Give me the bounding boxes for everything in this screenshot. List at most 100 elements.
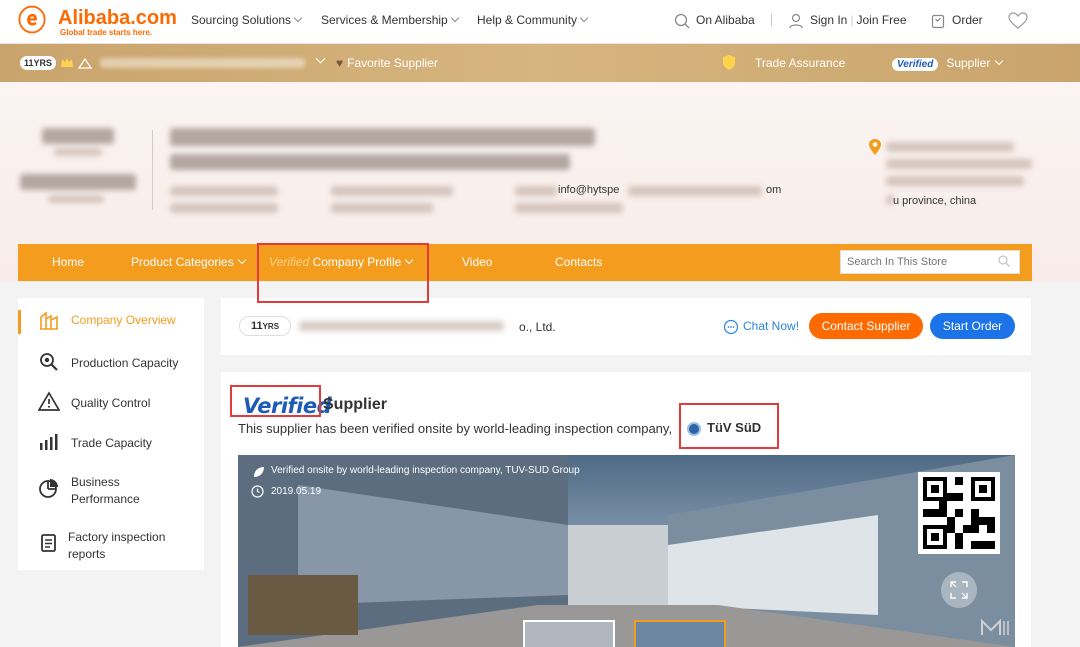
sign-in-link[interactable]: Sign In [810, 13, 847, 27]
order-link[interactable]: Order [930, 13, 983, 29]
favorite-supplier-button[interactable]: ♥ Favorite Supplier [336, 56, 438, 70]
qr-code [918, 472, 1000, 554]
address-redacted [886, 142, 1014, 152]
verified-supplier-menu[interactable]: Verified Supplier [892, 56, 1004, 71]
trade-assurance-shield-icon [723, 55, 735, 70]
profile-sidebar: Company Overview Production Capacity Qua… [18, 298, 204, 570]
factory-icon [40, 311, 58, 330]
verification-description: This supplier has been verified onsite b… [238, 421, 673, 436]
company-name-redacted [100, 58, 305, 68]
chevron-down-icon[interactable] [315, 53, 326, 64]
company-summary-card: 11YRS o., Ltd. Chat Now! Contact Supplie… [221, 298, 1031, 355]
photo-thumbnail[interactable] [523, 620, 615, 647]
email-tail: om [766, 184, 782, 196]
nav-sourcing-solutions[interactable]: Sourcing Solutions [191, 13, 303, 27]
callout-tuv-sud [679, 403, 779, 449]
join-free-link[interactable]: Join Free [856, 13, 906, 27]
tab-video[interactable]: Video [462, 255, 492, 269]
photo-caption: Verified onsite by world-leading inspect… [271, 465, 580, 476]
sidebar-item-quality-control[interactable]: Quality Control [18, 391, 204, 415]
clock-icon [251, 485, 264, 498]
qr-code-icon [923, 477, 995, 549]
chat-now-link[interactable]: Chat Now! [723, 319, 799, 335]
heart-icon[interactable] [1008, 12, 1028, 30]
start-order-button[interactable]: Start Order [930, 313, 1015, 339]
email-redacted [515, 203, 623, 213]
sidebar-item-business-performance[interactable]: Business Performance [18, 470, 204, 506]
email-redacted [515, 186, 557, 196]
verification-card: Verified Supplier This supplier has been… [221, 372, 1031, 647]
sidebar-item-company-overview[interactable]: Company Overview [18, 310, 204, 338]
sidebar-item-trade-capacity[interactable]: Trade Capacity [18, 431, 204, 455]
callout-verified-logo [230, 385, 321, 417]
store-nav: Home Product Categories Verified Company… [18, 244, 1032, 281]
sidebar-item-production-capacity[interactable]: Production Capacity [18, 351, 204, 375]
warning-triangle-icon [38, 391, 60, 411]
alibaba-logo-mark-icon: ⓔ [18, 4, 47, 37]
divider [771, 14, 772, 26]
divider: | [850, 13, 854, 28]
company-name-redacted [299, 321, 504, 331]
magnifier-icon [40, 353, 58, 371]
phone-redacted [170, 203, 278, 213]
company-name-redacted [170, 128, 595, 146]
logo-redacted [54, 148, 102, 156]
sidebar-item-factory-inspection-reports[interactable]: Factory inspection reports [18, 525, 204, 561]
factory-photo[interactable]: Verified onsite by world-leading inspect… [238, 455, 1015, 647]
order-clipboard-icon [931, 14, 945, 29]
tab-home[interactable]: Home [52, 255, 84, 269]
trade-assurance-link[interactable]: Trade Assurance [755, 56, 845, 70]
logo-redacted [48, 195, 104, 203]
company-name-tail: o., Ltd. [519, 320, 556, 334]
supplier-bar: 11YRS ♥ Favorite Supplier Trade Assurance… [0, 44, 1080, 82]
province-text: u province, china [893, 195, 977, 207]
user-icon [788, 13, 804, 29]
pie-chart-icon [39, 479, 58, 498]
address-redacted [886, 176, 1024, 186]
store-search-input[interactable] [840, 250, 1020, 274]
chevron-down-icon [995, 56, 1004, 66]
phone-redacted [170, 186, 278, 196]
logo-name: Alibaba.com [58, 7, 177, 29]
email-text: info@hytspe [558, 184, 620, 196]
heart-icon: ♥ [336, 56, 344, 70]
top-header: ⓔ Alibaba.com Global trade starts here. … [0, 0, 1080, 44]
logo-redacted [42, 128, 114, 144]
address-redacted [886, 159, 1032, 169]
nav-services-membership[interactable]: Services & Membership [321, 13, 459, 27]
fax-redacted [331, 203, 433, 213]
verified-supplier-title: Supplier [323, 396, 388, 413]
years-badge: 11YRS [20, 56, 56, 70]
callout-company-profile [257, 243, 429, 303]
photo-date: 2019.05.19 [271, 486, 322, 497]
watermark-m-icon [981, 618, 1009, 635]
company-name-redacted [170, 154, 570, 170]
search-on-alibaba[interactable]: On Alibaba [674, 13, 755, 29]
chevron-down-icon [579, 13, 589, 23]
location-pin-icon [869, 139, 881, 155]
verified-leaf-icon [254, 467, 264, 477]
contact-supplier-button[interactable]: Contact Supplier [809, 313, 923, 339]
document-icon [41, 534, 56, 552]
chat-bubble-icon [723, 319, 739, 335]
search-icon[interactable] [998, 255, 1010, 267]
home-outline-icon [78, 57, 92, 69]
crown-icon [61, 58, 73, 67]
chevron-down-icon [450, 13, 459, 23]
nav-help-community[interactable]: Help & Community [477, 13, 589, 27]
expand-photo-button[interactable] [941, 572, 977, 608]
chevron-down-icon [237, 255, 246, 265]
expand-icon [950, 581, 968, 599]
fax-redacted [331, 186, 453, 196]
photo-thumbnail-active[interactable] [634, 620, 726, 647]
logo-redacted [20, 174, 136, 190]
factory-scene-image [238, 455, 1015, 647]
bar-chart-icon [40, 434, 58, 450]
divider [152, 130, 153, 210]
tab-product-categories[interactable]: Product Categories [131, 255, 246, 269]
tab-contacts[interactable]: Contacts [555, 255, 602, 269]
alibaba-logo[interactable]: ⓔ Alibaba.com Global trade starts here. [18, 6, 183, 38]
account-links: Sign In | Join Free [788, 13, 907, 29]
search-icon [674, 13, 690, 29]
logo-tagline: Global trade starts here. [60, 28, 153, 37]
